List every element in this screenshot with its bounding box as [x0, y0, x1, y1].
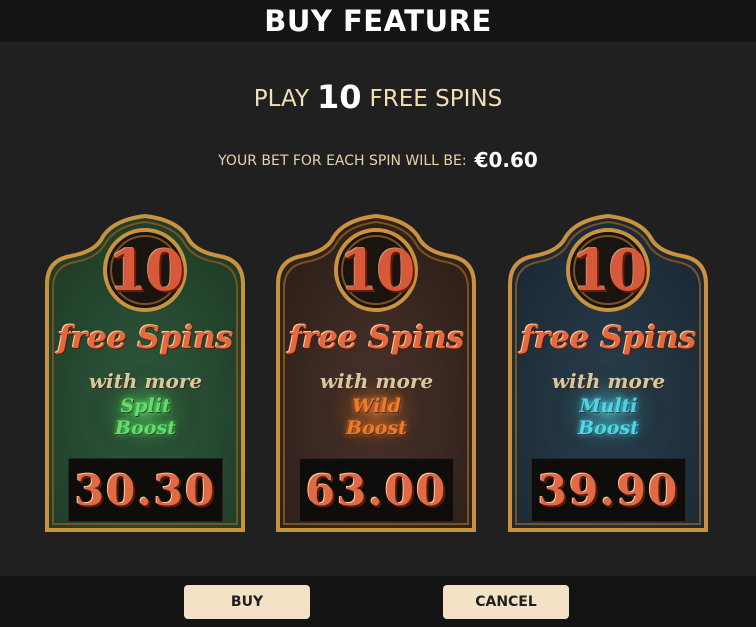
- card-price-box: 63.00: [299, 458, 454, 522]
- dialog-title: BUY FEATURE: [264, 4, 492, 38]
- card-with-more-label: with more: [319, 369, 434, 393]
- card-price-box: 39.90: [531, 458, 686, 522]
- card-free-spins-label: free Spins: [520, 320, 697, 356]
- feature-card-wild-boost[interactable]: 10 free Spins with more Wild Boost 63.00: [274, 212, 479, 534]
- offer-line: PLAY 10 FREE SPINS: [0, 78, 756, 116]
- card-spins-count: 10: [339, 238, 416, 304]
- card-boost-word: Boost: [346, 417, 407, 439]
- card-price: 39.90: [537, 465, 680, 515]
- card-boost-word: Boost: [115, 417, 176, 439]
- footer-bar: [0, 576, 756, 627]
- card-with-more-label: with more: [88, 369, 203, 393]
- card-price: 63.00: [305, 465, 448, 515]
- buy-button[interactable]: BUY: [184, 585, 310, 619]
- cancel-button[interactable]: CANCEL: [443, 585, 569, 619]
- feature-card-split-boost[interactable]: 10 free Spins with more Split Boost 30.3…: [43, 212, 248, 534]
- card-boost-label: Split Boost: [43, 395, 248, 439]
- offer-suffix: FREE SPINS: [369, 86, 503, 112]
- bet-line: YOUR BET FOR EACH SPIN WILL BE: €0.60: [0, 148, 756, 172]
- bet-label: YOUR BET FOR EACH SPIN WILL BE:: [218, 153, 467, 169]
- offer-prefix: PLAY: [253, 86, 310, 112]
- card-free-spins-label: free Spins: [57, 320, 234, 356]
- card-boost-label: Wild Boost: [274, 395, 479, 439]
- card-boost-word: Boost: [578, 417, 639, 439]
- card-price-box: 30.30: [68, 458, 223, 522]
- card-boost-name: Split: [120, 395, 171, 417]
- card-boost-name: Multi: [579, 395, 638, 417]
- card-boost-label: Multi Boost: [506, 395, 711, 439]
- feature-card-multi-boost[interactable]: 10 free Spins with more Multi Boost 39.9…: [506, 212, 711, 534]
- card-free-spins-label: free Spins: [288, 320, 465, 356]
- card-boost-name: Wild: [352, 395, 401, 417]
- bet-amount: €0.60: [474, 148, 538, 172]
- card-price: 30.30: [74, 465, 217, 515]
- header-bar: BUY FEATURE: [0, 0, 756, 42]
- offer-count: 10: [317, 78, 362, 116]
- card-spins-count: 10: [108, 238, 185, 304]
- card-with-more-label: with more: [551, 369, 666, 393]
- card-spins-count: 10: [571, 238, 648, 304]
